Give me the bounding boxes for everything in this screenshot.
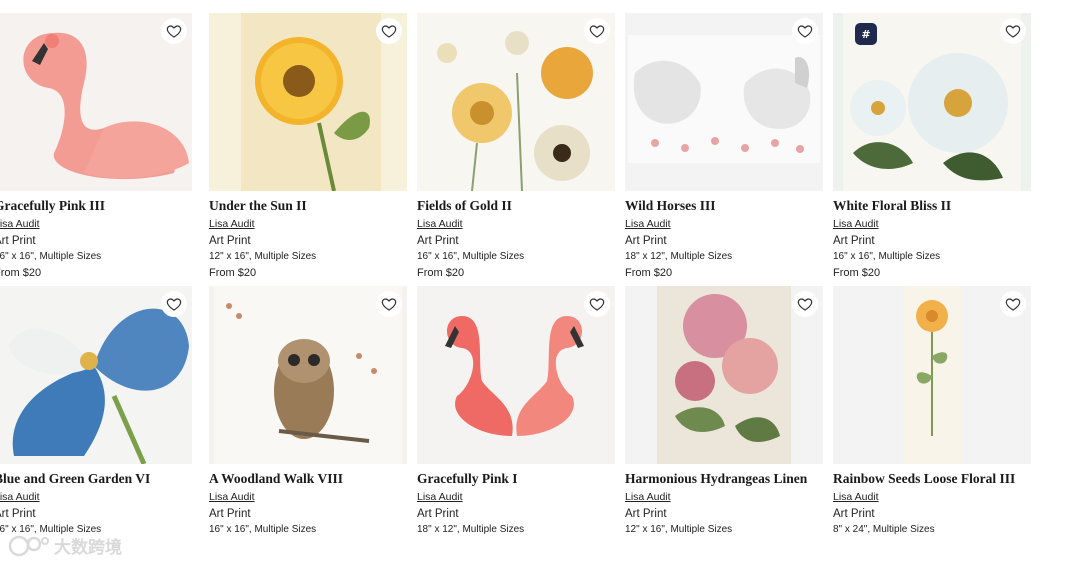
- product-type: Art Print: [417, 235, 459, 247]
- product-image[interactable]: [625, 13, 823, 191]
- product-title[interactable]: Rainbow Seeds Loose Floral III: [833, 471, 1031, 487]
- product-image[interactable]: [209, 286, 407, 464]
- heart-outline-icon: [381, 298, 397, 311]
- product-grid: Gracefully Pink III Lisa Audit Art Print…: [0, 0, 1080, 564]
- product-image[interactable]: [0, 286, 192, 464]
- heart-outline-icon: [166, 298, 182, 311]
- product-card[interactable]: Blue and Green Garden VI Lisa Audit Art …: [0, 286, 192, 538]
- hashtag-badge-icon[interactable]: #: [855, 23, 877, 45]
- product-card[interactable]: Gracefully Pink III Lisa Audit Art Print…: [0, 13, 192, 281]
- product-size: 16" x 16", Multiple Sizes: [833, 251, 941, 262]
- favorite-button[interactable]: [792, 18, 818, 44]
- product-image[interactable]: [417, 286, 615, 464]
- product-size: 12" x 16", Multiple Sizes: [625, 524, 733, 535]
- product-price: From $20: [625, 267, 673, 279]
- artist-link[interactable]: Lisa Audit: [625, 490, 671, 504]
- horses-artwork: [625, 13, 823, 191]
- product-card[interactable]: Harmonious Hydrangeas Linen Lisa Audit A…: [625, 286, 823, 538]
- product-type: Art Print: [625, 235, 667, 247]
- product-type: Art Print: [0, 508, 36, 520]
- heart-outline-icon: [1005, 25, 1021, 38]
- artist-link[interactable]: Lisa Audit: [417, 490, 463, 504]
- product-title[interactable]: Gracefully Pink I: [417, 471, 615, 487]
- artist-link[interactable]: Lisa Audit: [833, 217, 879, 231]
- product-size: 8" x 24", Multiple Sizes: [833, 524, 935, 535]
- product-size: 18" x 12", Multiple Sizes: [417, 524, 525, 535]
- product-title[interactable]: Under the Sun II: [209, 198, 407, 214]
- product-title[interactable]: Gracefully Pink III: [0, 198, 192, 214]
- artist-link[interactable]: Lisa Audit: [0, 490, 40, 504]
- artist-link[interactable]: Lisa Audit: [625, 217, 671, 231]
- product-image[interactable]: [0, 13, 192, 191]
- artist-link[interactable]: Lisa Audit: [209, 490, 255, 504]
- product-image[interactable]: [625, 286, 823, 464]
- favorite-button[interactable]: [584, 18, 610, 44]
- favorite-button[interactable]: [584, 291, 610, 317]
- blue-flower-artwork: [0, 286, 192, 464]
- artist-link[interactable]: Lisa Audit: [209, 217, 255, 231]
- product-type: Art Print: [833, 235, 875, 247]
- watermark-text: 大数跨境: [54, 538, 122, 558]
- wildflowers-artwork: [417, 13, 615, 191]
- floral-artwork: [833, 286, 1031, 464]
- product-title[interactable]: Harmonious Hydrangeas Linen: [625, 471, 823, 487]
- product-type: Art Print: [417, 508, 459, 520]
- owl-artwork: [209, 286, 407, 464]
- favorite-button[interactable]: [1000, 291, 1026, 317]
- heart-outline-icon: [797, 298, 813, 311]
- product-size: 16" x 16", Multiple Sizes: [209, 524, 317, 535]
- product-price: From $20: [0, 267, 42, 279]
- heart-outline-icon: [797, 25, 813, 38]
- favorite-button[interactable]: [1000, 18, 1026, 44]
- heart-outline-icon: [166, 25, 182, 38]
- product-type: Art Print: [209, 508, 251, 520]
- product-type: Art Print: [0, 235, 36, 247]
- product-size: 16" x 16", Multiple Sizes: [417, 251, 525, 262]
- flamingo-artwork: [0, 13, 192, 191]
- product-card[interactable]: Under the Sun II Lisa Audit Art Print 12…: [209, 13, 407, 281]
- sunflower-artwork: [209, 13, 407, 191]
- product-card[interactable]: A Woodland Walk VIII Lisa Audit Art Prin…: [209, 286, 407, 538]
- product-card[interactable]: Wild Horses III Lisa Audit Art Print 18"…: [625, 13, 823, 281]
- heart-outline-icon: [589, 25, 605, 38]
- product-image[interactable]: #: [833, 13, 1031, 191]
- product-price: From $20: [417, 267, 465, 279]
- product-card[interactable]: Fields of Gold II Lisa Audit Art Print 1…: [417, 13, 615, 281]
- product-image[interactable]: [209, 13, 407, 191]
- favorite-button[interactable]: [161, 291, 187, 317]
- heart-outline-icon: [589, 298, 605, 311]
- favorite-button[interactable]: [376, 291, 402, 317]
- product-size: 16" x 16", Multiple Sizes: [0, 251, 102, 262]
- artist-link[interactable]: Lisa Audit: [0, 217, 40, 231]
- favorite-button[interactable]: [161, 18, 187, 44]
- artist-link[interactable]: Lisa Audit: [417, 217, 463, 231]
- product-type: Art Print: [833, 508, 875, 520]
- product-price: From $20: [833, 267, 881, 279]
- product-card[interactable]: Rainbow Seeds Loose Floral III Lisa Audi…: [833, 286, 1031, 538]
- product-size: 18" x 12", Multiple Sizes: [625, 251, 733, 262]
- product-image[interactable]: [833, 286, 1031, 464]
- product-type: Art Print: [625, 508, 667, 520]
- heart-outline-icon: [381, 25, 397, 38]
- two-flamingos-artwork: [417, 286, 615, 464]
- artist-link[interactable]: Lisa Audit: [833, 490, 879, 504]
- watermark-logo-icon: [8, 535, 49, 556]
- watermark: 大数跨境: [8, 533, 122, 558]
- product-title[interactable]: Wild Horses III: [625, 198, 823, 214]
- product-price: From $20: [209, 267, 257, 279]
- product-card[interactable]: Gracefully Pink I Lisa Audit Art Print 1…: [417, 286, 615, 538]
- favorite-button[interactable]: [376, 18, 402, 44]
- product-card[interactable]: # White Floral Bliss II Lisa Audit Art P…: [833, 13, 1031, 281]
- product-image[interactable]: [417, 13, 615, 191]
- product-title[interactable]: A Woodland Walk VIII: [209, 471, 407, 487]
- hydrangeas-artwork: [625, 286, 823, 464]
- favorite-button[interactable]: [792, 291, 818, 317]
- heart-outline-icon: [1005, 298, 1021, 311]
- product-title[interactable]: Blue and Green Garden VI: [0, 471, 192, 487]
- product-title[interactable]: White Floral Bliss II: [833, 198, 1031, 214]
- product-type: Art Print: [209, 235, 251, 247]
- product-title[interactable]: Fields of Gold II: [417, 198, 615, 214]
- product-size: 12" x 16", Multiple Sizes: [209, 251, 317, 262]
